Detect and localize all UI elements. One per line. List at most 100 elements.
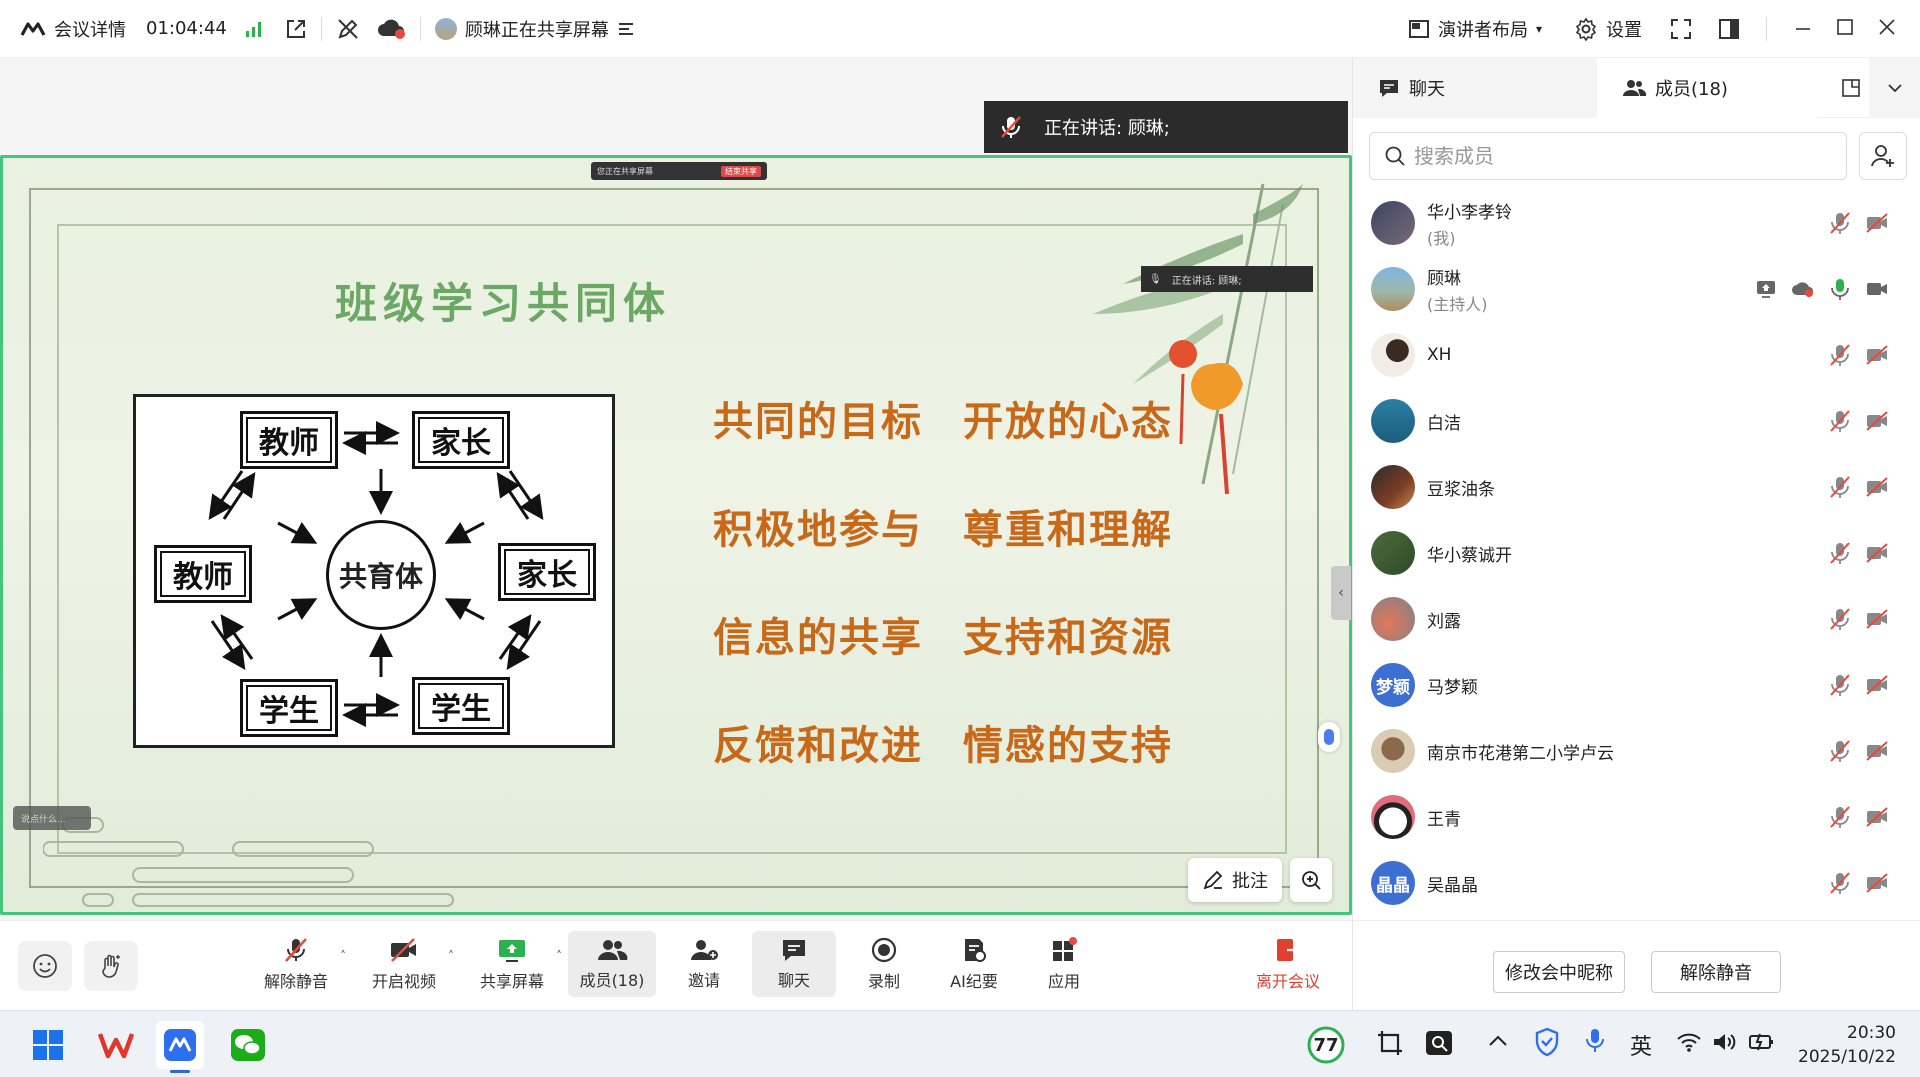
- mic-muted-icon[interactable]: [1829, 871, 1851, 895]
- camera-off-icon[interactable]: [1865, 806, 1889, 828]
- search-input[interactable]: [1414, 144, 1794, 168]
- camera-icon[interactable]: [1865, 278, 1889, 300]
- mic-muted-icon[interactable]: [1829, 475, 1851, 499]
- ime-indicator[interactable]: 英: [1630, 1029, 1652, 1061]
- close-icon[interactable]: [1878, 18, 1896, 36]
- external-link-icon[interactable]: [285, 18, 307, 40]
- start-button[interactable]: [24, 1021, 72, 1069]
- mic-active-icon[interactable]: [1829, 277, 1851, 301]
- emoji-button[interactable]: [18, 941, 72, 991]
- node-student-right: 学生: [412, 677, 510, 735]
- mic-muted-icon[interactable]: [1829, 673, 1851, 697]
- list-item[interactable]: 晶晶 吴晶晶: [1353, 850, 1920, 910]
- member-role: (主持人): [1427, 294, 1488, 314]
- menu-lines-icon[interactable]: [617, 21, 635, 37]
- sidebar-toggle-icon[interactable]: [1718, 18, 1740, 40]
- sharing-status[interactable]: 顾琳正在共享屏幕: [434, 16, 635, 42]
- tab-members[interactable]: 成员(18): [1597, 58, 1817, 118]
- add-member-button[interactable]: [1859, 132, 1907, 180]
- popout-icon[interactable]: [1841, 78, 1861, 98]
- volume-icon[interactable]: [1712, 1031, 1738, 1053]
- camera-off-icon[interactable]: [1865, 608, 1889, 630]
- performance-badge[interactable]: 77: [1306, 1025, 1346, 1065]
- caret-up-icon[interactable]: ˄: [340, 949, 346, 963]
- meeting-toolbar: 解除静音 ˄ 开启视频 ˄ 共享屏幕 ˄ 成员(18) 邀请 聊天 录制 AI纪…: [0, 920, 1352, 1010]
- search-app-icon[interactable]: [1424, 1029, 1454, 1057]
- system-clock[interactable]: 20:30 2025/10/22: [1798, 1021, 1896, 1069]
- chevron-down-icon: ▾: [1536, 21, 1543, 36]
- camera-off-icon[interactable]: [1865, 872, 1889, 894]
- minimize-icon[interactable]: [1794, 20, 1812, 38]
- list-item[interactable]: 华小李孝铃 (我): [1353, 190, 1920, 256]
- camera-off-icon[interactable]: [1865, 410, 1889, 432]
- list-item[interactable]: 华小蔡诚开: [1353, 520, 1920, 586]
- camera-off-icon[interactable]: [1865, 212, 1889, 234]
- list-item[interactable]: XH: [1353, 322, 1920, 388]
- screen-share-icon[interactable]: [1755, 279, 1777, 299]
- maximize-icon[interactable]: [1836, 18, 1854, 36]
- list-item[interactable]: 顾琳 (主持人): [1353, 256, 1920, 322]
- slide-phrases: 共同的目标 开放的心态 积极地参与 尊重和理解 信息的共享 支持和资源 反馈和改进 情感…: [713, 364, 1233, 796]
- invite-button[interactable]: 邀请: [662, 931, 746, 997]
- panel-more-button[interactable]: [1869, 58, 1920, 118]
- mic-muted-icon[interactable]: [1829, 409, 1851, 433]
- signal-strength-icon[interactable]: [245, 20, 265, 38]
- list-item[interactable]: 王青: [1353, 784, 1920, 850]
- shield-icon[interactable]: [1534, 1027, 1560, 1057]
- start-video-button[interactable]: 开启视频 ˄: [362, 931, 454, 997]
- chat-button[interactable]: 聊天: [752, 931, 836, 997]
- annotate-button[interactable]: 批注: [1188, 858, 1282, 902]
- cloud-record-icon[interactable]: [1791, 279, 1815, 299]
- mic-muted-icon[interactable]: [1829, 805, 1851, 829]
- share-screen-label: 共享屏幕: [479, 972, 544, 991]
- camera-off-icon[interactable]: [1865, 476, 1889, 498]
- layout-button[interactable]: 演讲者布局 ▾: [1408, 16, 1542, 42]
- zoom-button[interactable]: [1290, 858, 1332, 902]
- wps-app[interactable]: [92, 1021, 140, 1069]
- tab-chat[interactable]: 聊天: [1353, 58, 1597, 118]
- list-item[interactable]: 白洁: [1353, 388, 1920, 454]
- raise-hand-button[interactable]: [84, 941, 138, 991]
- avatar: [1371, 597, 1415, 641]
- mic-muted-icon[interactable]: [1829, 211, 1851, 235]
- ai-minutes-button[interactable]: AI纪要: [932, 931, 1016, 997]
- list-item[interactable]: 豆浆油条: [1353, 454, 1920, 520]
- cloud-record-icon[interactable]: [376, 18, 406, 40]
- unmute-all-button[interactable]: 解除静音: [1651, 951, 1781, 993]
- leave-meeting-button[interactable]: 离开会议: [1246, 931, 1330, 997]
- mic-muted-icon[interactable]: [1829, 343, 1851, 367]
- microphone-icon[interactable]: [1584, 1027, 1606, 1055]
- battery-icon[interactable]: [1748, 1031, 1776, 1053]
- camera-off-icon[interactable]: [1865, 740, 1889, 762]
- camera-off-icon[interactable]: [1865, 674, 1889, 696]
- floating-mic-indicator[interactable]: [1318, 722, 1340, 752]
- list-item[interactable]: 刘露: [1353, 586, 1920, 652]
- caret-up-icon[interactable]: ˄: [448, 949, 454, 963]
- unmute-button[interactable]: 解除静音 ˄: [254, 931, 346, 997]
- mic-muted-icon[interactable]: [1829, 541, 1851, 565]
- chevron-left-icon: ‹: [1338, 585, 1344, 601]
- rename-button[interactable]: 修改会中昵称: [1493, 951, 1625, 993]
- mic-muted-icon[interactable]: [1829, 607, 1851, 631]
- screenshot-icon[interactable]: [1376, 1029, 1404, 1057]
- apps-button[interactable]: 应用: [1022, 931, 1106, 997]
- list-item[interactable]: 梦颖 马梦颖: [1353, 652, 1920, 718]
- settings-button[interactable]: 设置: [1574, 16, 1642, 42]
- wechat-app[interactable]: [224, 1021, 272, 1069]
- fullscreen-icon[interactable]: [1670, 18, 1692, 40]
- record-button[interactable]: 录制: [842, 931, 926, 997]
- wifi-icon[interactable]: [1676, 1031, 1702, 1053]
- share-screen-button[interactable]: 共享屏幕 ˄: [470, 931, 562, 997]
- no-edit-icon[interactable]: [336, 17, 360, 41]
- wps-icon: [98, 1030, 134, 1060]
- camera-off-icon[interactable]: [1865, 542, 1889, 564]
- camera-off-icon[interactable]: [1865, 344, 1889, 366]
- list-item[interactable]: 南京市花港第二小学卢云: [1353, 718, 1920, 784]
- caret-up-icon[interactable]: ˄: [556, 949, 562, 963]
- meeting-details-button[interactable]: 会议详情: [20, 16, 126, 42]
- mic-muted-icon[interactable]: [1829, 739, 1851, 763]
- tencent-meeting-app[interactable]: [156, 1021, 204, 1073]
- members-button[interactable]: 成员(18): [568, 931, 656, 997]
- chevron-up-icon[interactable]: [1488, 1033, 1508, 1047]
- collapse-tab[interactable]: ‹: [1331, 566, 1351, 620]
